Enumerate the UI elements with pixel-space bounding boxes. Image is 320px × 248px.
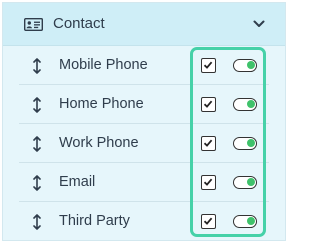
- drag-handle-icon[interactable]: [32, 175, 42, 191]
- visibility-checkbox[interactable]: [201, 136, 216, 151]
- drag-handle-icon[interactable]: [32, 97, 42, 113]
- checkmark-icon: [203, 100, 213, 108]
- visibility-checkbox[interactable]: [201, 58, 216, 73]
- drag-handle-icon[interactable]: [32, 58, 42, 74]
- toggle-knob: [247, 61, 255, 69]
- toggle-knob: [247, 139, 255, 147]
- enable-toggle[interactable]: [233, 215, 257, 228]
- field-label: Mobile Phone: [59, 57, 148, 73]
- section-title: Contact: [53, 15, 105, 32]
- list-item-work-phone: Work Phone: [19, 124, 269, 163]
- checkmark-icon: [203, 139, 213, 147]
- toggle-knob: [247, 178, 255, 186]
- visibility-checkbox[interactable]: [201, 214, 216, 229]
- contact-card-icon: [24, 18, 43, 31]
- checkmark-icon: [203, 61, 213, 69]
- list-item-third-party: Third Party: [19, 202, 269, 241]
- field-label: Third Party: [59, 213, 130, 229]
- field-label: Home Phone: [59, 96, 144, 112]
- contact-panel: Contact Mobile Phone Home Phone Work Pho…: [2, 2, 286, 241]
- contact-field-list: Mobile Phone Home Phone Work Phone Email…: [19, 46, 269, 241]
- enable-toggle[interactable]: [233, 59, 257, 72]
- drag-handle-icon[interactable]: [32, 214, 42, 230]
- contact-section-header[interactable]: Contact: [3, 3, 285, 46]
- list-item-mobile-phone: Mobile Phone: [19, 46, 269, 85]
- visibility-checkbox[interactable]: [201, 97, 216, 112]
- field-label: Work Phone: [59, 135, 139, 151]
- drag-handle-icon[interactable]: [32, 136, 42, 152]
- toggle-knob: [247, 217, 255, 225]
- checkmark-icon: [203, 217, 213, 225]
- list-item-email: Email: [19, 163, 269, 202]
- checkmark-icon: [203, 178, 213, 186]
- enable-toggle[interactable]: [233, 137, 257, 150]
- chevron-down-icon[interactable]: [253, 19, 265, 29]
- field-label: Email: [59, 174, 96, 190]
- enable-toggle[interactable]: [233, 176, 257, 189]
- enable-toggle[interactable]: [233, 98, 257, 111]
- visibility-checkbox[interactable]: [201, 175, 216, 190]
- list-item-home-phone: Home Phone: [19, 85, 269, 124]
- toggle-knob: [247, 100, 255, 108]
